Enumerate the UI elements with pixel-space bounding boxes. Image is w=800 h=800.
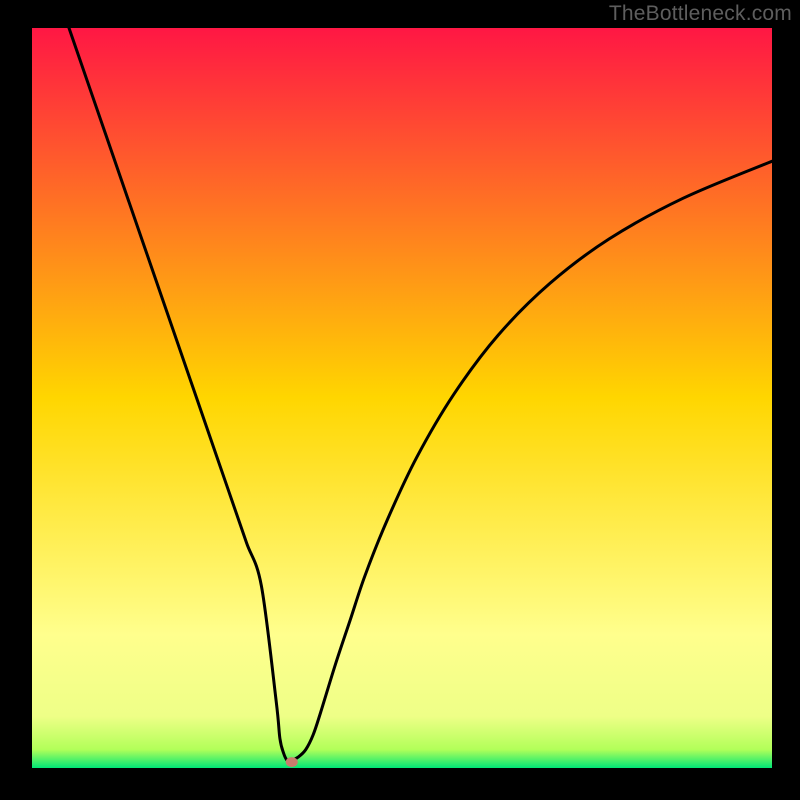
plot-area	[32, 28, 772, 768]
marker-dot	[286, 757, 298, 767]
bottleneck-chart	[0, 0, 800, 800]
chart-container: TheBottleneck.com	[0, 0, 800, 800]
watermark-text: TheBottleneck.com	[609, 2, 792, 26]
